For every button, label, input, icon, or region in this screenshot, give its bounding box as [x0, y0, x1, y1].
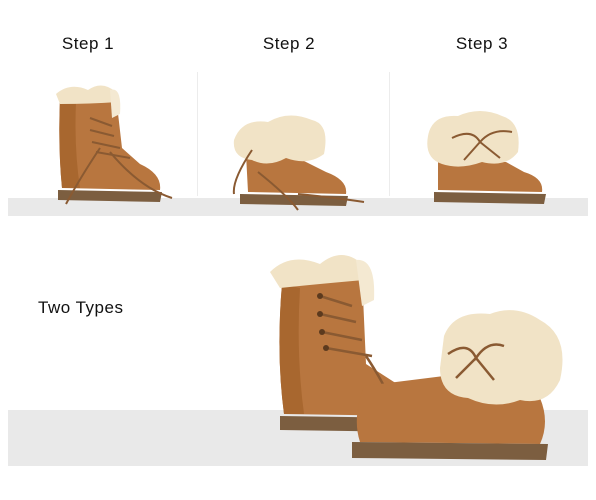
step-3-boot-image — [427, 111, 546, 204]
step-2-label: Step 2 — [262, 34, 316, 53]
cuffed-boot-image — [352, 310, 563, 460]
column-divider-2 — [389, 72, 390, 196]
step-1-boot-image — [56, 85, 173, 205]
column-divider-1 — [197, 72, 198, 196]
step-3-label: Step 3 — [455, 34, 509, 53]
step-2-boot-image — [232, 115, 365, 211]
step-1-label: Step 1 — [61, 34, 115, 53]
two-types-label: Two Types — [38, 298, 124, 317]
